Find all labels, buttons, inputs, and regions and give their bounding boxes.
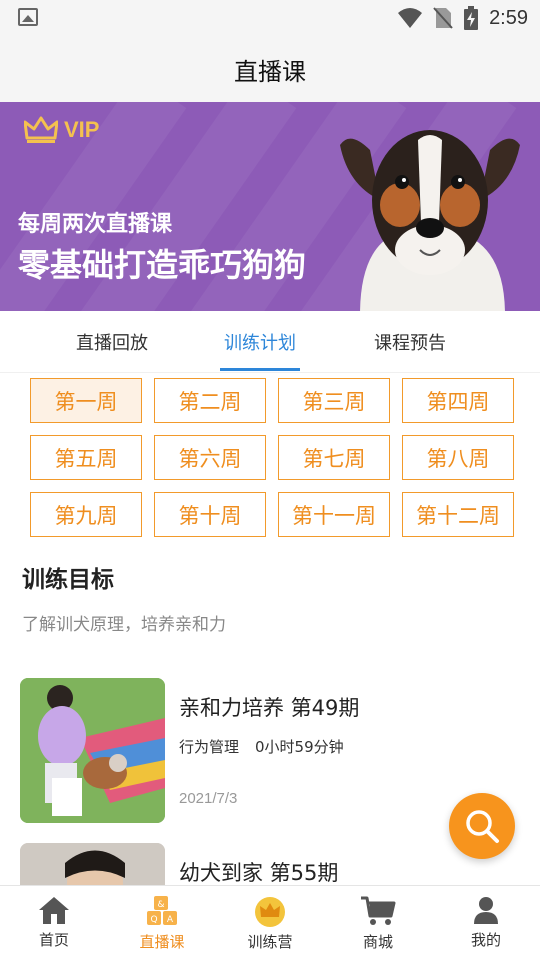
svg-text:&: &	[157, 900, 164, 910]
tab-label: 课程预告	[374, 333, 446, 354]
bottom-navigation: 首页 & Q A 直播课 训练营 商城 我的	[0, 885, 540, 960]
course-category: 行为管理	[179, 738, 240, 756]
banner-headline: 零基础打造乖巧狗狗	[18, 246, 307, 284]
nav-label: 首页	[38, 931, 69, 949]
search-icon	[466, 810, 499, 843]
nav-label: 商城	[362, 933, 393, 951]
week-button-3[interactable]: 第三周	[278, 378, 390, 423]
svg-text:Q: Q	[150, 915, 157, 925]
training-photo	[20, 678, 165, 823]
vip-banner[interactable]: VIP 每周两次直播课 零基础打造乖巧狗狗	[0, 102, 540, 311]
week-button-11[interactable]: 第十一周	[278, 492, 390, 537]
course-card[interactable]: 幼犬到家 第55期	[20, 843, 520, 885]
banner-subtitle: 每周两次直播课	[18, 212, 173, 237]
search-button[interactable]	[449, 793, 515, 859]
status-icons: 2:59	[397, 4, 528, 32]
blocks-icon: & Q A	[147, 896, 177, 925]
week-button-9[interactable]: 第九周	[30, 492, 142, 537]
user-icon	[474, 897, 498, 924]
week-button-7[interactable]: 第七周	[278, 435, 390, 480]
nav-training-camp[interactable]: 训练营	[216, 886, 324, 960]
tab-active-indicator	[220, 368, 300, 371]
training-photo	[20, 843, 165, 885]
nav-mall[interactable]: 商城	[324, 886, 432, 960]
page-title: 直播课	[234, 57, 306, 86]
title-bar: 直播课	[0, 36, 540, 102]
tab-course-preview[interactable]: 课程预告	[340, 311, 480, 373]
goal-heading: 训练目标	[22, 567, 114, 593]
nav-label: 训练营	[247, 933, 293, 951]
status-bar: 2:59	[0, 0, 540, 36]
no-sim-icon	[433, 7, 453, 29]
nav-profile[interactable]: 我的	[432, 886, 540, 960]
week-selector: 第一周 第二周 第三周 第四周 第五周 第六周 第七周 第八周 第九周 第十周 …	[30, 378, 514, 537]
goal-description: 了解训犬原理，培养亲和力	[22, 615, 226, 635]
cart-icon	[361, 896, 396, 925]
week-button-5[interactable]: 第五周	[30, 435, 142, 480]
week-button-8[interactable]: 第八周	[402, 435, 514, 480]
tab-bar: 直播回放 训练计划 课程预告	[0, 311, 540, 373]
course-thumbnail	[20, 678, 165, 823]
week-button-10[interactable]: 第十周	[154, 492, 266, 537]
course-card[interactable]: 亲和力培养 第49期 行为管理 0小时59分钟 2021/7/3	[20, 678, 520, 823]
week-button-4[interactable]: 第四周	[402, 378, 514, 423]
course-date: 2021/7/3	[179, 790, 238, 807]
course-title: 幼犬到家 第55期	[179, 861, 339, 885]
week-button-2[interactable]: 第二周	[154, 378, 266, 423]
battery-charging-icon	[464, 6, 479, 30]
crown-icon	[255, 897, 285, 927]
tab-label: 直播回放	[76, 333, 148, 354]
week-button-12[interactable]: 第十二周	[402, 492, 514, 537]
tab-training-plan[interactable]: 训练计划	[190, 311, 330, 373]
course-thumbnail	[20, 843, 165, 885]
image-notification-icon	[18, 8, 38, 26]
home-icon	[39, 897, 69, 924]
tab-label: 训练计划	[224, 333, 296, 354]
nav-home[interactable]: 首页	[0, 886, 108, 960]
vip-label: VIP	[64, 117, 100, 142]
status-time: 2:59	[489, 6, 528, 29]
svg-text:A: A	[167, 915, 174, 925]
dog-illustration	[340, 130, 520, 311]
nav-label: 直播课	[139, 933, 185, 951]
nav-label: 我的	[470, 931, 501, 949]
wifi-icon	[398, 8, 423, 28]
week-button-1[interactable]: 第一周	[30, 378, 142, 423]
week-button-6[interactable]: 第六周	[154, 435, 266, 480]
tab-live-replay[interactable]: 直播回放	[42, 311, 182, 373]
crown-icon	[24, 116, 58, 143]
vip-badge: VIP	[24, 116, 99, 144]
course-title: 亲和力培养 第49期	[179, 696, 360, 720]
nav-live-course[interactable]: & Q A 直播课	[108, 886, 216, 960]
course-meta: 行为管理 0小时59分钟	[179, 736, 344, 757]
course-duration: 0小时59分钟	[255, 738, 344, 756]
